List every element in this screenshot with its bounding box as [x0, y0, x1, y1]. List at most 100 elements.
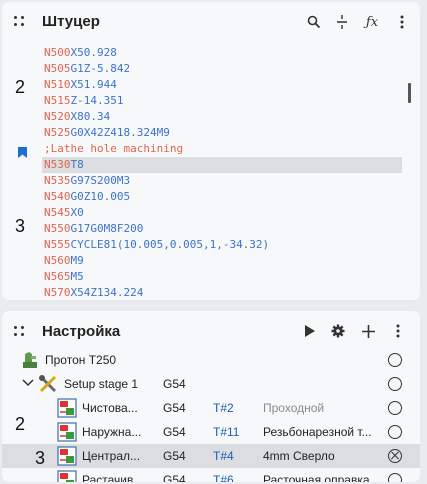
- block-number: N535: [44, 174, 71, 187]
- play-icon[interactable]: [300, 321, 320, 341]
- gcode-line[interactable]: N515Z-14.351: [42, 93, 402, 109]
- tree-row-operation[interactable]: Централ... G54 T#4 4mm Сверло: [2, 444, 420, 468]
- vertical-scrollbar[interactable]: [402, 46, 420, 296]
- operation-name: Централ...: [82, 449, 141, 463]
- code-text: G17G0M8F200: [70, 222, 144, 235]
- operation-icon: [57, 422, 77, 442]
- code-text: X50.928: [70, 46, 117, 59]
- overlay-label: 3: [15, 216, 26, 236]
- operation-name: Чистова...: [82, 401, 138, 415]
- radio-button[interactable]: [388, 425, 402, 439]
- block-number: N520: [44, 110, 71, 123]
- gcode-editor[interactable]: N500X50.928 N505G1Z-5.842 N510X51.944 N515Z…: [42, 45, 402, 299]
- gcode-panel: Штуцер ƒx N500X50.928 N505G1Z-5.842 N510X5…: [2, 2, 420, 300]
- more-vertical-icon[interactable]: [392, 12, 412, 32]
- gcode-line[interactable]: N500X50.928: [42, 45, 402, 61]
- gcode-line[interactable]: N555CYCLE81(10.005,0.005,1,-34.32): [42, 237, 402, 253]
- machine-name: Протон T250: [45, 353, 117, 367]
- block-number: N545: [44, 206, 71, 219]
- code-text: M9: [70, 254, 84, 267]
- machine-icon: [20, 350, 40, 370]
- block-number: N560: [44, 254, 71, 267]
- gcode-panel-title: Штуцер: [42, 13, 100, 30]
- code-text: X80.34: [70, 110, 111, 123]
- drag-handle-icon[interactable]: [14, 326, 25, 337]
- gcode-line[interactable]: N520X80.34: [42, 109, 402, 125]
- radio-button[interactable]: [388, 377, 402, 391]
- gcode-line[interactable]: N560M9: [42, 253, 402, 269]
- block-number: N565: [44, 270, 71, 283]
- plus-icon[interactable]: [358, 321, 378, 341]
- operation-wcs: G54: [163, 473, 186, 482]
- operation-icon: [57, 470, 77, 482]
- code-text: X51.944: [70, 78, 117, 91]
- code-text: Z-14.351: [70, 94, 124, 107]
- operation-icon: [57, 446, 77, 466]
- comment-text: ;Lathe hole machining: [44, 142, 184, 155]
- gcode-line[interactable]: N530T8: [42, 157, 402, 173]
- gcode-line[interactable]: N505G1Z-5.842: [42, 61, 402, 77]
- split-icon[interactable]: [332, 12, 352, 32]
- block-number: N515: [44, 94, 71, 107]
- operation-icon: [57, 398, 77, 418]
- gcode-line[interactable]: N570X54Z134.224: [42, 285, 402, 299]
- gcode-line[interactable]: N525G0X42Z418.324M9: [42, 125, 402, 141]
- setup-wcs: G54: [163, 377, 186, 391]
- operation-name: Наружна...: [82, 425, 142, 439]
- tool-number: T#4: [213, 449, 234, 463]
- gcode-line[interactable]: N540G0Z10.005: [42, 189, 402, 205]
- block-number: N530: [44, 158, 71, 171]
- radio-button[interactable]: [388, 353, 402, 367]
- setup-panel-header: Настройка: [2, 311, 420, 349]
- operation-wcs: G54: [163, 401, 186, 415]
- more-vertical-icon[interactable]: [388, 321, 408, 341]
- block-number: N540: [44, 190, 71, 203]
- block-number: N510: [44, 78, 71, 91]
- code-text: M5: [70, 270, 84, 283]
- tree-row-setup[interactable]: Setup stage 1 G54: [2, 372, 420, 396]
- gcode-line[interactable]: N550G17G0M8F200: [42, 221, 402, 237]
- radio-button[interactable]: [388, 449, 402, 463]
- gcode-line[interactable]: N545X0: [42, 205, 402, 221]
- code-text: G0Z10.005: [70, 190, 131, 203]
- gcode-line[interactable]: N510X51.944: [42, 77, 402, 93]
- gcode-line[interactable]: ;Lathe hole machining: [42, 141, 402, 157]
- tool-description: Расточная оправка: [263, 473, 370, 482]
- tool-number: T#11: [213, 425, 240, 439]
- code-text: G0X42Z418.324M9: [70, 126, 170, 139]
- formula-icon[interactable]: ƒx: [362, 12, 382, 32]
- block-number: N570: [44, 286, 71, 299]
- setup-tools-icon: [38, 374, 58, 394]
- gcode-panel-header: Штуцер ƒx: [2, 2, 420, 40]
- block-number: N550: [44, 222, 71, 235]
- gcode-line[interactable]: N535G97S200M3: [42, 173, 402, 189]
- setup-panel: Настройка Протон T250 Setup stage 1 G54: [2, 311, 420, 482]
- tree-row-machine[interactable]: Протон T250: [2, 348, 420, 372]
- code-text: X54Z134.224: [70, 286, 144, 299]
- operation-wcs: G54: [163, 425, 186, 439]
- code-text: X0: [70, 206, 84, 219]
- setup-panel-title: Настройка: [42, 323, 121, 340]
- code-text: CYCLE81(10.005,0.005,1,-34.32): [70, 238, 270, 251]
- code-text: G1Z-5.842: [70, 62, 131, 75]
- tool-description: 4mm Сверло: [263, 449, 335, 463]
- tree-row-operation[interactable]: Растачив... G54 T#6 Расточная оправка: [2, 468, 420, 482]
- block-number: N505: [44, 62, 71, 75]
- scrollbar-thumb[interactable]: [408, 83, 411, 103]
- block-number: N500: [44, 46, 71, 59]
- gear-icon[interactable]: [328, 321, 348, 341]
- tree-row-operation[interactable]: Чистова... G54 T#2 Проходной: [2, 396, 420, 420]
- search-icon[interactable]: [304, 12, 324, 32]
- drag-handle-icon[interactable]: [14, 16, 25, 27]
- bookmark-icon[interactable]: [18, 145, 27, 158]
- tool-number: T#6: [213, 473, 234, 482]
- operation-name: Растачив...: [82, 473, 144, 482]
- operation-wcs: G54: [163, 449, 186, 463]
- code-text: T8: [70, 158, 84, 171]
- radio-button[interactable]: [388, 473, 402, 482]
- gcode-line[interactable]: N565M5: [42, 269, 402, 285]
- radio-button[interactable]: [388, 401, 402, 415]
- block-number: N525: [44, 126, 71, 139]
- overlay-label: 3: [35, 448, 46, 468]
- tree-row-operation[interactable]: Наружна... G54 T#11 Резьбонарезной т...: [2, 420, 420, 444]
